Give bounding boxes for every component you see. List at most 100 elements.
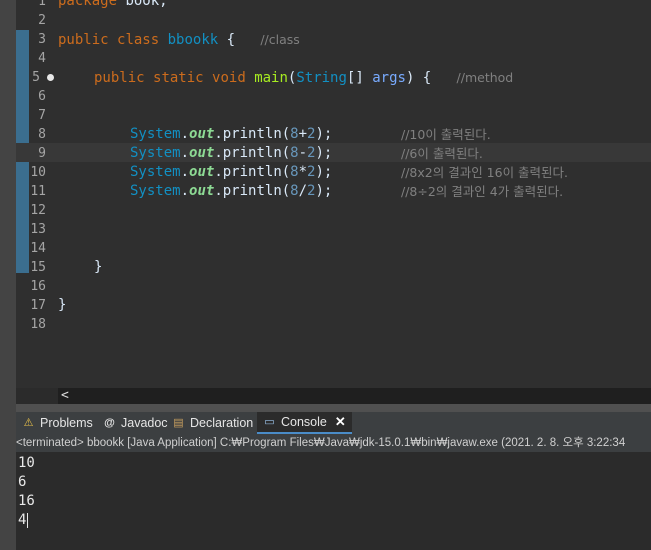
comment-text: //8÷2의 결과인 4가 출력된다. bbox=[401, 184, 564, 199]
console-status-line: <terminated> bbookk [Java Application] C… bbox=[16, 434, 651, 452]
line-number: 12 bbox=[30, 203, 46, 218]
system-class: System bbox=[130, 164, 181, 180]
out-field: out bbox=[189, 183, 215, 199]
static-keyword: static bbox=[153, 70, 204, 86]
class-close-brace: } bbox=[58, 297, 67, 313]
console-output-line: 6 bbox=[18, 474, 27, 490]
javadoc-icon: @ bbox=[104, 416, 115, 429]
close-icon[interactable]: ✕ bbox=[335, 411, 346, 433]
line-number: 9 bbox=[38, 146, 46, 161]
comment-text: //6이 출력된다. bbox=[401, 146, 483, 161]
code-line-statement: System.out.println(8+2); bbox=[130, 125, 332, 144]
tab-declaration[interactable]: ▤ Declaration bbox=[172, 412, 253, 434]
operator: * bbox=[298, 164, 308, 180]
left-side-strip bbox=[0, 0, 16, 550]
tab-label: Declaration bbox=[190, 416, 254, 430]
operand-a: 8 bbox=[290, 145, 299, 161]
view-tab-bar: ⚠ Problems @ Javadoc ▤ Declaration ▭ Con… bbox=[16, 412, 651, 434]
dot: . bbox=[180, 164, 190, 180]
comment-text: //10이 출력된다. bbox=[401, 127, 491, 142]
operand-a: 8 bbox=[290, 183, 299, 199]
tab-label: Console bbox=[281, 415, 327, 429]
package-keyword: package bbox=[58, 0, 118, 9]
statement-comment: //10이 출력된다. bbox=[401, 125, 491, 145]
package-name: book; bbox=[117, 0, 168, 9]
dot: . bbox=[180, 145, 190, 161]
statement-end: ); bbox=[315, 145, 333, 161]
console-output-line: 16 bbox=[18, 493, 35, 509]
line-number: 4 bbox=[38, 51, 46, 66]
console-output-line: 10 bbox=[18, 455, 35, 471]
method-close-brace: } bbox=[94, 259, 103, 275]
text-caret bbox=[27, 512, 29, 528]
println-call: .println( bbox=[214, 164, 291, 180]
class-open-brace: { bbox=[218, 32, 236, 48]
problems-icon: ⚠ bbox=[23, 416, 34, 429]
public-keyword: public bbox=[94, 70, 145, 86]
tab-label: Javadoc bbox=[121, 416, 168, 430]
method-name: main bbox=[254, 70, 288, 86]
statement-end: ); bbox=[315, 183, 333, 199]
fold-toggle-icon[interactable] bbox=[47, 74, 54, 81]
class-keyword: class bbox=[117, 32, 160, 48]
panel-divider[interactable] bbox=[16, 404, 651, 412]
scroll-left-arrow-icon[interactable]: < bbox=[58, 388, 69, 403]
line-number: 1 bbox=[38, 0, 46, 9]
dot: . bbox=[180, 183, 190, 199]
console-output[interactable]: 10 6 16 4 bbox=[16, 452, 651, 550]
line-number: 16 bbox=[30, 279, 46, 294]
tab-problems[interactable]: ⚠ Problems bbox=[22, 412, 93, 434]
println-call: .println( bbox=[214, 145, 291, 161]
statement-comment: //8÷2의 결과인 4가 출력된다. bbox=[401, 182, 563, 202]
code-line-package: package book; bbox=[58, 0, 168, 11]
param-name: args bbox=[372, 70, 406, 86]
code-line-statement: System.out.println(8*2); bbox=[130, 163, 332, 182]
operator: / bbox=[298, 183, 308, 199]
println-call: .println( bbox=[214, 183, 291, 199]
system-class: System bbox=[130, 145, 181, 161]
line-number: 3 bbox=[38, 32, 46, 47]
class-comment: //class bbox=[260, 32, 300, 47]
println-call: .println( bbox=[214, 126, 291, 142]
line-number: 13 bbox=[30, 222, 46, 237]
line-number: 8 bbox=[38, 127, 46, 142]
tab-label: Problems bbox=[40, 416, 93, 430]
param-type: String bbox=[296, 70, 347, 86]
param-brackets: [] bbox=[346, 70, 373, 86]
horizontal-scrollbar[interactable]: < bbox=[58, 388, 651, 404]
code-line-method-declaration: public static void main(String[] args) {… bbox=[94, 68, 513, 88]
system-class: System bbox=[130, 126, 181, 142]
statement-end: ); bbox=[315, 164, 333, 180]
operator: + bbox=[298, 126, 308, 142]
tab-javadoc[interactable]: @ Javadoc bbox=[103, 412, 168, 434]
code-editor[interactable]: 1 2 3 4 5 6 7 8 9 10 11 12 13 14 15 16 1… bbox=[0, 0, 651, 388]
void-keyword: void bbox=[212, 70, 246, 86]
line-number: 17 bbox=[30, 298, 46, 313]
dot: . bbox=[180, 126, 190, 142]
statement-comment: //6이 출력된다. bbox=[401, 144, 483, 164]
line-number: 18 bbox=[30, 317, 46, 332]
line-number: 11 bbox=[30, 184, 46, 199]
out-field: out bbox=[189, 145, 215, 161]
console-output-text: 4 bbox=[18, 512, 27, 528]
out-field: out bbox=[189, 164, 215, 180]
operand-a: 8 bbox=[290, 164, 299, 180]
line-number: 6 bbox=[38, 89, 46, 104]
code-line-statement: System.out.println(8-2); bbox=[130, 144, 332, 163]
public-keyword: public bbox=[58, 32, 109, 48]
line-number: 14 bbox=[30, 241, 46, 256]
method-comment: //method bbox=[456, 70, 514, 85]
line-number: 2 bbox=[38, 13, 46, 28]
code-line-class-declaration: public class bbookk { //class bbox=[58, 30, 300, 50]
operand-a: 8 bbox=[290, 126, 299, 142]
line-number: 10 bbox=[30, 165, 46, 180]
console-output-line: 4 bbox=[18, 511, 29, 530]
method-open-brace: ) { bbox=[405, 70, 432, 86]
tab-console[interactable]: ▭ Console ✕ bbox=[257, 412, 352, 434]
operator: - bbox=[298, 145, 308, 161]
statement-comment: //8x2의 결과인 16이 출력된다. bbox=[401, 163, 568, 183]
code-line-statement: System.out.println(8/2); bbox=[130, 182, 332, 201]
statement-end: ); bbox=[315, 126, 333, 142]
out-field: out bbox=[189, 126, 215, 142]
line-number: 15 bbox=[30, 260, 46, 275]
